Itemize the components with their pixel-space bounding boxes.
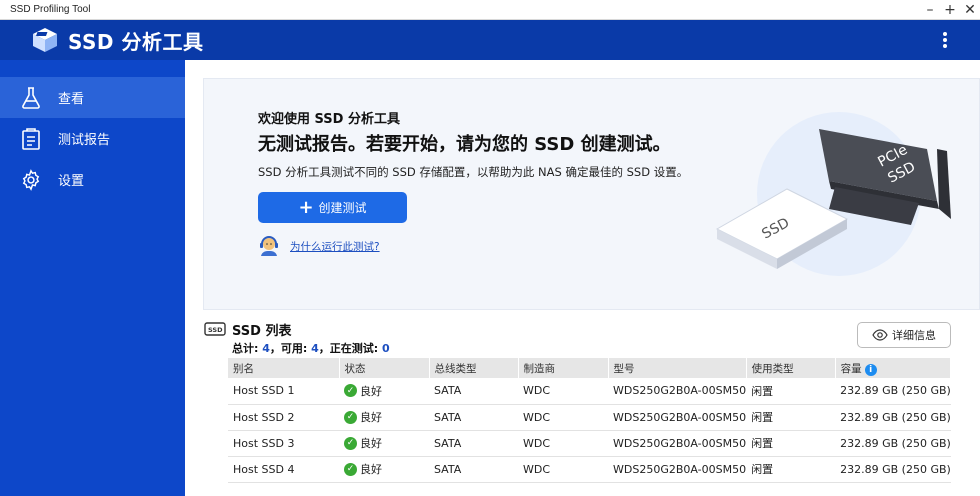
cell-capacity: 232.89 GB (250 GB)	[835, 430, 951, 457]
cell-maker: WDC	[518, 378, 608, 405]
eye-icon	[872, 329, 888, 341]
close-button[interactable]: ✕	[960, 0, 980, 20]
available-count: 4	[311, 342, 319, 355]
why-run-test-link[interactable]: 为什么运行此测试?	[290, 239, 380, 254]
cell-model: WDS250G2B0A-00SM50	[608, 404, 747, 431]
cell-model: WDS250G2B0A-00SM50	[608, 456, 747, 483]
check-circle-icon: ✓	[344, 436, 357, 450]
table-header-row: 别名 状态 总线类型 制造商 型号 使用类型 容量 i	[228, 358, 952, 378]
sidebar-item-overview[interactable]: 查看	[0, 77, 185, 118]
column-header-model[interactable]: 型号	[608, 358, 747, 378]
window-title: SSD Profiling Tool	[10, 4, 91, 15]
cell-usage: 闲置	[746, 430, 836, 457]
welcome-text: 欢迎使用 SSD 分析工具	[258, 112, 400, 127]
create-test-button[interactable]: + 创建测试	[258, 192, 407, 223]
cell-capacity: 232.89 GB (250 GB)	[835, 378, 951, 405]
help-row: 为什么运行此测试?	[258, 236, 380, 256]
ssd-illustration: PCIe SSD SSD	[715, 112, 951, 276]
table-row[interactable]: Host SSD 4 ✓ 良好 SATA WDC WDS250G2B0A-00SM…	[228, 456, 951, 483]
column-header-alias[interactable]: 别名	[228, 358, 340, 378]
details-label: 详细信息	[892, 329, 936, 342]
cell-maker: WDC	[518, 404, 608, 431]
cell-alias: Host SSD 3	[228, 430, 339, 457]
column-header-bus[interactable]: 总线类型	[429, 358, 519, 378]
ssd-table: 别名 状态 总线类型 制造商 型号 使用类型 容量 i Host SSD 1 ✓ 良…	[228, 358, 952, 483]
sidebar-item-label: 查看	[58, 92, 85, 107]
welcome-banner: 欢迎使用 SSD 分析工具 无测试报告。若要开始，请为您的 SSD 创建测试。 …	[203, 78, 980, 310]
more-menu-icon[interactable]	[942, 30, 948, 50]
status-text: 良好	[360, 437, 382, 450]
cell-usage: 闲置	[746, 404, 836, 431]
minimize-button[interactable]: –	[920, 0, 940, 20]
column-header-status[interactable]: 状态	[339, 358, 430, 378]
cell-status: ✓ 良好	[339, 430, 429, 457]
cell-usage: 闲置	[746, 456, 836, 483]
report-icon	[18, 126, 44, 152]
cell-maker: WDC	[518, 456, 608, 483]
check-circle-icon: ✓	[344, 462, 357, 476]
svg-text:SSD: SSD	[208, 326, 223, 334]
cell-maker: WDC	[518, 430, 608, 457]
details-button[interactable]: 详细信息	[857, 322, 951, 348]
sidebar: 查看 测试报告 设置	[0, 60, 185, 496]
cell-status: ✓ 良好	[339, 378, 429, 405]
cell-alias: Host SSD 1	[228, 378, 339, 405]
support-avatar-icon	[260, 236, 278, 256]
column-header-maker[interactable]: 制造商	[518, 358, 609, 378]
window-titlebar: SSD Profiling Tool – + ✕	[0, 0, 980, 20]
flask-icon	[18, 85, 44, 111]
cell-bus: SATA	[429, 404, 518, 431]
banner-description: SSD 分析工具测试不同的 SSD 存储配置，以帮助为此 NAS 确定最佳的 S…	[258, 165, 689, 179]
testing-label: ，正在测试:	[318, 342, 383, 355]
status-text: 良好	[360, 384, 382, 398]
check-circle-icon: ✓	[344, 410, 357, 424]
cell-capacity: 232.89 GB (250 GB)	[835, 404, 951, 431]
status-text: 良好	[360, 463, 382, 476]
sidebar-item-label: 测试报告	[58, 133, 111, 148]
info-icon[interactable]: i	[864, 363, 877, 376]
column-header-usage[interactable]: 使用类型	[746, 358, 836, 378]
cell-status: ✓ 良好	[339, 456, 429, 483]
total-label: 总计:	[232, 342, 263, 355]
gear-icon	[18, 167, 44, 193]
app-header: SSD 分析工具	[0, 20, 980, 60]
testing-count: 0	[382, 342, 390, 355]
check-circle-icon: ✓	[344, 384, 357, 398]
ssd-list-header: SSD SSD 列表 总计: 4，可用: 4，正在测试: 0 详细信息	[203, 320, 980, 360]
capacity-header-label: 容量	[840, 362, 862, 375]
ssd-list-stats: 总计: 4，可用: 4，正在测试: 0	[232, 340, 390, 356]
cell-capacity: 232.89 GB (250 GB)	[835, 456, 951, 483]
ssd-drive-icon: SSD	[204, 322, 226, 336]
maximize-button[interactable]: +	[940, 0, 960, 20]
banner-headline: 无测试报告。若要开始，请为您的 SSD 创建测试。	[258, 134, 671, 155]
status-text: 良好	[360, 411, 382, 424]
main-content: 欢迎使用 SSD 分析工具 无测试报告。若要开始，请为您的 SSD 创建测试。 …	[185, 60, 980, 496]
cell-status: ✓ 良好	[339, 404, 429, 431]
app-title: SSD 分析工具	[68, 29, 204, 54]
available-label: ，可用:	[269, 342, 312, 355]
app-logo-icon	[33, 28, 57, 52]
cell-bus: SATA	[429, 456, 518, 483]
column-header-capacity[interactable]: 容量 i	[835, 358, 952, 378]
sidebar-item-reports[interactable]: 测试报告	[0, 118, 185, 159]
sidebar-item-label: 设置	[58, 174, 85, 189]
create-test-label: 创建测试	[318, 201, 367, 215]
cell-model: WDS250G2B0A-00SM50	[608, 430, 747, 457]
cell-usage: 闲置	[746, 378, 836, 405]
table-row[interactable]: Host SSD 1 ✓ 良好 SATA WDC WDS250G2B0A-00SM…	[228, 378, 951, 405]
sidebar-item-settings[interactable]: 设置	[0, 159, 185, 200]
cell-alias: Host SSD 4	[228, 456, 339, 483]
cell-bus: SATA	[429, 378, 518, 405]
table-row[interactable]: Host SSD 2 ✓ 良好 SATA WDC WDS250G2B0A-00SM…	[228, 404, 951, 431]
table-row[interactable]: Host SSD 3 ✓ 良好 SATA WDC WDS250G2B0A-00SM…	[228, 430, 951, 457]
ssd-list-title: SSD 列表	[232, 324, 292, 339]
total-count: 4	[262, 342, 270, 355]
cell-bus: SATA	[429, 430, 518, 457]
window-controls: – + ✕	[920, 0, 980, 20]
cell-model: WDS250G2B0A-00SM50	[608, 378, 747, 405]
cell-alias: Host SSD 2	[228, 404, 339, 431]
usage-header-label: 使用类型	[751, 362, 794, 375]
plus-icon: +	[298, 196, 314, 218]
